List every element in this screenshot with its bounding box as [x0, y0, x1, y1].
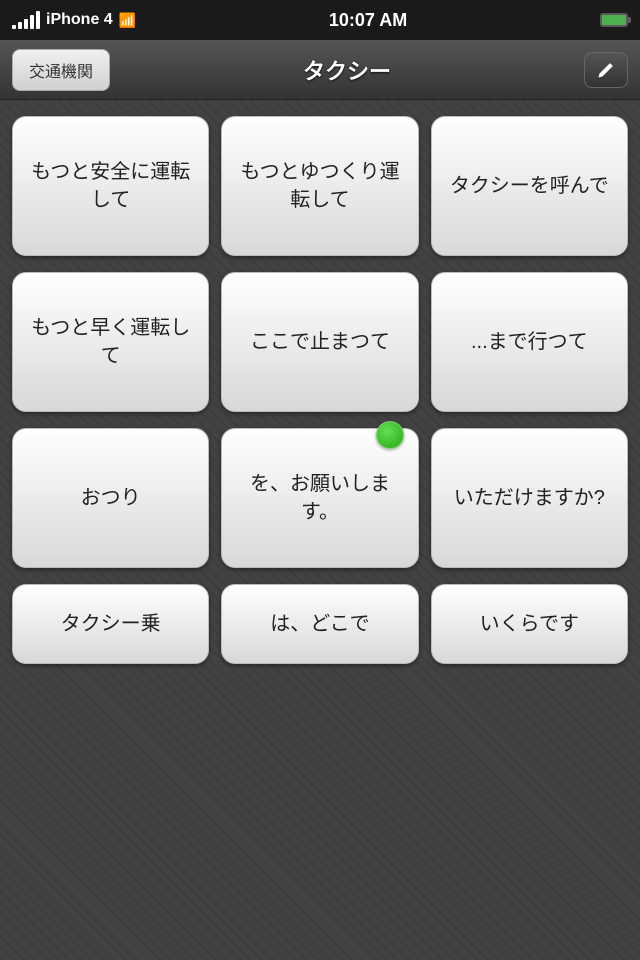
wifi-icon: 📶 — [119, 12, 136, 29]
btn-change[interactable]: おつり — [12, 428, 209, 568]
btn-safe-drive[interactable]: もつと安全に運転して — [12, 116, 209, 256]
bar4 — [30, 15, 34, 29]
status-left: iPhone 4 📶 — [12, 11, 136, 29]
btn-fast-drive[interactable]: もつと早く運転して — [12, 272, 209, 412]
btn-may-i[interactable]: いただけますか? — [431, 428, 628, 568]
status-right — [600, 13, 628, 27]
grid-row-1: もつと安全に運転して もつとゆつくり運転して タクシーを呼んで — [12, 116, 628, 256]
green-dot-indicator — [376, 421, 404, 449]
content-area: もつと安全に運転して もつとゆつくり運転して タクシーを呼んで もつと早く運転し… — [0, 100, 640, 960]
grid-row-2: もつと早く運転して ここで止まつて ...まで行つて — [12, 272, 628, 412]
time-display: 10:07 AM — [329, 10, 407, 31]
btn-call-taxi[interactable]: タクシーを呼んで — [431, 116, 628, 256]
btn-where[interactable]: は、どこで — [221, 584, 418, 664]
nav-bar: 交通機関 タクシー — [0, 40, 640, 100]
bar5 — [36, 11, 40, 29]
status-bar: iPhone 4 📶 10:07 AM — [0, 0, 640, 40]
btn-please[interactable]: を、お願いします。 — [221, 428, 418, 568]
bar3 — [24, 19, 28, 29]
carrier-label: iPhone 4 — [46, 11, 113, 29]
bar2 — [18, 22, 22, 29]
grid-row-4: タクシー乗 は、どこで いくらです — [12, 584, 628, 664]
bar1 — [12, 25, 16, 29]
battery-icon — [600, 13, 628, 27]
signal-bars — [12, 11, 40, 29]
edit-button[interactable] — [584, 52, 628, 88]
btn-slow-drive[interactable]: もつとゆつくり運転して — [221, 116, 418, 256]
page-title: タクシー — [110, 54, 584, 86]
pencil-icon — [597, 60, 615, 80]
grid-row-3: おつり を、お願いします。 いただけますか? — [12, 428, 628, 568]
btn-go-to[interactable]: ...まで行つて — [431, 272, 628, 412]
back-button[interactable]: 交通機関 — [12, 49, 110, 91]
btn-stop-here[interactable]: ここで止まつて — [221, 272, 418, 412]
btn-taxi-ride[interactable]: タクシー乗 — [12, 584, 209, 664]
btn-how-much[interactable]: いくらです — [431, 584, 628, 664]
